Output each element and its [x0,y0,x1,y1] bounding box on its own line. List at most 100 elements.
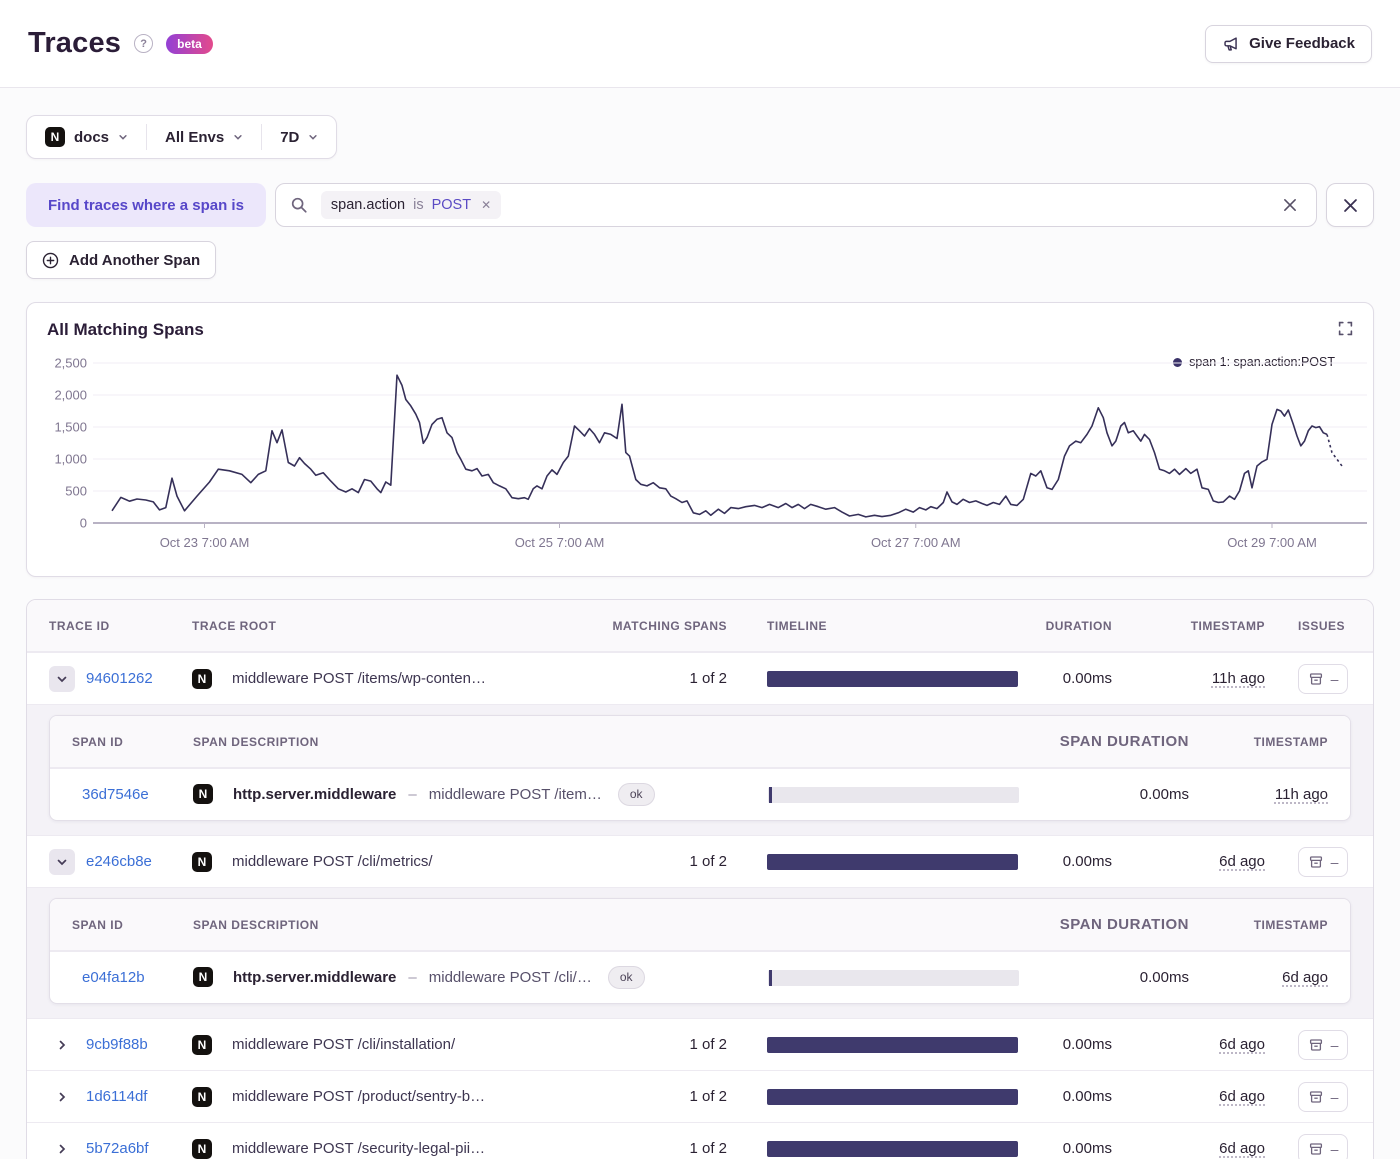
trace-id-link[interactable]: 1d6114df [86,1088,147,1105]
chart-line [111,374,1328,518]
timeline-cell [727,1140,1027,1157]
project-selector[interactable]: N docs [27,116,146,158]
issues-cell: – [1282,1081,1373,1112]
chevron-right-icon [59,1040,66,1049]
trace-id-cell: 1d6114df [27,1084,192,1110]
timeline-bar [767,1088,1018,1105]
chart-line-dashed-tail [1326,434,1343,467]
issues-box-icon [1309,672,1322,685]
expand-trace-button[interactable] [49,1032,75,1058]
platform-icon: N [193,784,213,805]
filter-token[interactable]: span.action is POST ✕ [320,191,502,219]
trace-id-cell: 9cb9f88b [27,1032,192,1058]
issues-cell: – [1282,1029,1373,1060]
span-search-input[interactable]: span.action is POST ✕ [274,183,1317,227]
trace-timestamp[interactable]: 6d ago [1219,853,1265,870]
trace-timestamp[interactable]: 11h ago [1212,670,1265,687]
help-icon[interactable]: ? [134,34,154,53]
span-id-link[interactable]: e04fa12b [82,969,145,986]
issues-box-icon [1309,1090,1322,1103]
megaphone-icon [1224,36,1237,51]
issues-button[interactable]: – [1298,1133,1348,1159]
spans-chart-svg: 0 500 1,000 1,500 2,000 2,500 Oct 23 7:00 AM Oc… [54,356,1367,550]
span-operation: http.server.middleware [233,968,397,986]
trace-id-cell: 5b72a6bf [27,1136,192,1159]
issues-empty-dash: – [1330,853,1339,870]
issues-box-icon [1309,855,1322,868]
expand-trace-button[interactable] [49,1136,75,1159]
column-header-trace-id: TRACE ID [49,618,110,633]
y-axis-tick-label: 2,500 [54,356,87,371]
issues-button[interactable]: – [1298,663,1348,694]
add-another-span-button[interactable]: Add Another Span [26,241,217,279]
trace-root-cell: Nmiddleware POST /security-legal-pii… [192,1138,552,1159]
filter-token-operator: is [413,197,424,213]
expand-chart-button[interactable] [1334,317,1357,340]
expanded-spans-section: SPAN ID SPAN DESCRIPTION SPAN DURATION TIME… [27,887,1373,1018]
span-row: 36d7546e Nhttp.server.middleware – middlewa… [50,768,1350,820]
give-feedback-button[interactable]: Give Feedback [1205,24,1372,63]
timestamp-cell: 6d ago [1132,1140,1282,1158]
span-table: SPAN ID SPAN DESCRIPTION SPAN DURATION TIME… [49,715,1351,821]
span-column-header-span-description: SPAN DESCRIPTION [193,734,319,749]
trace-root-text: middleware POST /security-legal-pii… [232,1140,486,1157]
page-content: N docs All Envs 7D Find traces where a s… [0,88,1400,1159]
y-axis-tick-label: 0 [80,516,87,531]
span-table-header: SPAN ID SPAN DESCRIPTION SPAN DURATION TIME… [50,716,1350,768]
timeline-bar [767,1036,1018,1053]
issues-box-icon [1309,1038,1322,1051]
clear-search-button[interactable] [1278,193,1302,217]
trace-id-link[interactable]: e246cb8e [86,853,152,870]
span-timeline-cell [721,969,1025,986]
span-id-link[interactable]: 36d7546e [82,786,149,803]
issues-button[interactable]: – [1298,1081,1348,1112]
beta-badge: beta [166,33,213,54]
trace-id-link[interactable]: 9cb9f88b [86,1036,148,1053]
trace-timestamp[interactable]: 6d ago [1219,1140,1265,1157]
expanded-spans-section: SPAN ID SPAN DESCRIPTION SPAN DURATION TIME… [27,704,1373,835]
platform-icon: N [192,1086,212,1107]
span-column-header-span-duration: SPAN DURATION [1059,916,1189,933]
issues-empty-dash: – [1330,1036,1339,1053]
issues-button[interactable]: – [1298,1029,1348,1060]
trace-root-cell: Nmiddleware POST /items/wp-conten… [192,668,552,689]
close-icon [1343,198,1357,212]
trace-timestamp[interactable]: 6d ago [1219,1036,1265,1053]
issues-button[interactable]: – [1298,846,1348,877]
timestamp-cell: 6d ago [1132,1036,1282,1054]
trace-row: 1d6114df Nmiddleware POST /product/sentry… [27,1070,1373,1122]
y-axis-tick-label: 500 [65,484,87,499]
remove-token-icon[interactable]: ✕ [481,198,491,212]
collapse-trace-button[interactable] [49,848,75,875]
environment-selector[interactable]: All Envs [147,116,261,158]
trace-root-text: middleware POST /cli/installation/ [232,1036,456,1053]
chevron-down-icon [57,676,67,682]
span-operation: http.server.middleware [233,785,397,803]
trace-table: TRACE ID TRACE ROOT MATCHING SPANS TIMELINE… [26,599,1374,1159]
span-timeline-track [768,969,1019,986]
chart-title: All Matching Spans [47,320,204,339]
project-platform-icon: N [45,127,65,147]
expand-trace-button[interactable] [49,1084,75,1110]
environment-selector-label: All Envs [165,128,225,146]
span-column-header-span-description: SPAN DESCRIPTION [193,917,319,932]
matching-spans-value: 1 of 2 [689,1140,727,1157]
remove-span-filter-button[interactable] [1326,183,1374,227]
trace-timestamp[interactable]: 6d ago [1219,1088,1265,1105]
span-timestamp[interactable]: 11h ago [1275,786,1328,803]
span-description-text: middleware POST /item… [428,785,602,803]
issues-empty-dash: – [1330,1140,1339,1157]
trace-id-link[interactable]: 5b72a6bf [86,1140,149,1157]
span-timestamp[interactable]: 6d ago [1282,969,1328,986]
date-range-selector[interactable]: 7D [262,116,336,158]
all-matching-spans-panel: All Matching Spans span 1: span.action:P… [26,302,1374,577]
collapse-trace-button[interactable] [49,665,75,692]
give-feedback-label: Give Feedback [1249,35,1355,52]
duration-value: 0.00ms [1062,1140,1112,1157]
timeline-bar [767,1140,1018,1157]
y-axis-tick-label: 1,000 [54,452,87,467]
timeline-cell [727,1036,1027,1053]
trace-id-link[interactable]: 94601262 [86,670,153,687]
separator-dash: – [408,785,417,803]
y-axis-tick-label: 2,000 [54,388,87,403]
